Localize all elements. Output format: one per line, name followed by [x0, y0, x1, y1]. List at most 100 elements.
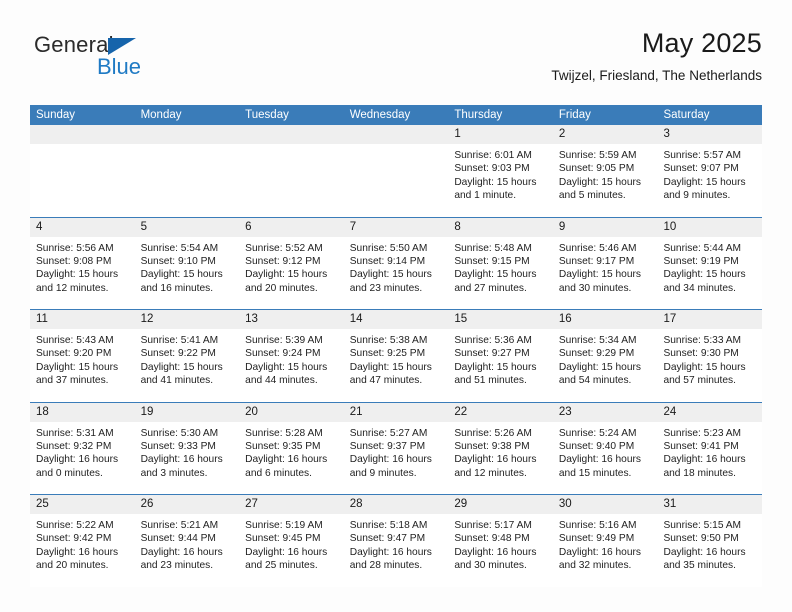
- calendar-day-cell[interactable]: 30 Sunrise: 5:16 AM Sunset: 9:49 PM Dayligh…: [552, 495, 658, 587]
- daylight-text-line1: Daylight: 15 hours: [36, 269, 119, 281]
- calendar-day-cell[interactable]: 22 Sunrise: 5:26 AM Sunset: 9:38 PM Dayligh…: [448, 402, 553, 494]
- sunrise-text: Sunrise: 5:56 AM: [36, 242, 114, 254]
- calendar-day-cell[interactable]: 3 Sunrise: 5:57 AM Sunset: 9:07 PM Daylight…: [657, 125, 763, 217]
- sunset-text: Sunset: 9:49 PM: [558, 533, 635, 545]
- daylight-text-line1: Daylight: 15 hours: [558, 176, 642, 188]
- calendar-day-cell[interactable]: 7 Sunrise: 5:50 AM Sunset: 9:14 PM Daylight…: [343, 217, 449, 309]
- calendar-day-cell[interactable]: 21 Sunrise: 5:27 AM Sunset: 9:37 PM Dayligh…: [343, 402, 449, 494]
- day-number: [239, 125, 344, 144]
- calendar-day-cell[interactable]: 23 Sunrise: 5:24 AM Sunset: 9:40 PM Dayligh…: [552, 402, 658, 494]
- sunset-text: Sunset: 9:45 PM: [245, 533, 321, 545]
- sunrise-text: Sunrise: 5:36 AM: [454, 335, 532, 346]
- sunset-text: Sunset: 9:22 PM: [140, 348, 216, 360]
- sunrise-text: Sunrise: 5:50 AM: [349, 242, 428, 254]
- sunrise-text: Sunrise: 5:19 AM: [245, 520, 323, 531]
- daylight-text-line1: Daylight: 16 hours: [454, 546, 537, 558]
- daylight-text-line1: Daylight: 15 hours: [140, 269, 223, 281]
- calendar-day-cell[interactable]: 25 Sunrise: 5:22 AM Sunset: 9:42 PM Dayligh…: [30, 495, 135, 587]
- daylight-text-line2: and 51 minutes.: [454, 375, 527, 387]
- day-details: Sunrise: 5:59 AM Sunset: 9:05 PM Daylight:…: [553, 144, 658, 203]
- day-details: Sunrise: 5:26 AM Sunset: 9:38 PM Daylight:…: [448, 422, 553, 481]
- daylight-text-line2: and 20 minutes.: [245, 282, 318, 294]
- calendar-day-cell[interactable]: 27 Sunrise: 5:19 AM Sunset: 9:45 PM Dayligh…: [239, 495, 344, 587]
- daylight-text-line1: Daylight: 16 hours: [36, 454, 119, 466]
- calendar-day-cell[interactable]: 31 Sunrise: 5:15 AM Sunset: 9:50 PM Dayligh…: [657, 495, 763, 587]
- calendar-day-cell[interactable]: 11 Sunrise: 5:43 AM Sunset: 9:20 PM Dayligh…: [30, 310, 135, 402]
- sunset-text: Sunset: 9:27 PM: [454, 348, 530, 360]
- calendar-day-cell[interactable]: 18 Sunrise: 5:31 AM Sunset: 9:32 PM Dayligh…: [30, 402, 135, 494]
- sunset-text: Sunset: 9:29 PM: [558, 348, 635, 360]
- sunset-text: Sunset: 9:07 PM: [663, 163, 739, 175]
- sunrise-text: Sunrise: 5:27 AM: [349, 427, 428, 439]
- calendar-day-cell[interactable]: 9 Sunrise: 5:46 AM Sunset: 9:17 PM Daylight…: [552, 217, 658, 309]
- sunset-text: Sunset: 9:20 PM: [36, 348, 112, 360]
- calendar-day-cell[interactable]: 29 Sunrise: 5:17 AM Sunset: 9:48 PM Dayligh…: [448, 495, 553, 587]
- day-number: 12: [134, 310, 240, 329]
- calendar-day-cell[interactable]: 8 Sunrise: 5:48 AM Sunset: 9:15 PM Daylight…: [448, 217, 553, 309]
- daylight-text-line1: Daylight: 15 hours: [454, 176, 537, 188]
- day-number: 21: [343, 402, 449, 422]
- day-details: Sunrise: 5:30 AM Sunset: 9:33 PM Daylight:…: [135, 422, 240, 481]
- calendar-day-cell[interactable]: 13 Sunrise: 5:39 AM Sunset: 9:24 PM Dayligh…: [239, 310, 344, 402]
- brand-logo[interactable]: General Blue: [34, 34, 214, 90]
- daylight-text-line1: Daylight: 16 hours: [349, 546, 432, 558]
- calendar-day-cell[interactable]: 12 Sunrise: 5:41 AM Sunset: 9:22 PM Dayligh…: [134, 310, 240, 402]
- day-details: Sunrise: 5:56 AM Sunset: 9:08 PM Daylight:…: [30, 237, 135, 296]
- calendar-day-cell[interactable]: 20 Sunrise: 5:28 AM Sunset: 9:35 PM Dayligh…: [239, 402, 344, 494]
- day-number: 16: [552, 310, 658, 329]
- calendar-day-cell[interactable]: 24 Sunrise: 5:23 AM Sunset: 9:41 PM Dayligh…: [657, 402, 763, 494]
- day-number: 9: [552, 217, 658, 237]
- weekday-header-sunday: Sunday: [36, 109, 76, 121]
- calendar-day-cell[interactable]: 4 Sunrise: 5:56 AM Sunset: 9:08 PM Daylight…: [30, 217, 135, 309]
- calendar-day-cell[interactable]: 16 Sunrise: 5:34 AM Sunset: 9:29 PM Dayligh…: [552, 310, 658, 402]
- day-details: Sunrise: 5:24 AM Sunset: 9:40 PM Daylight:…: [553, 422, 658, 481]
- day-number: 25: [30, 495, 135, 514]
- sunset-text: Sunset: 9:42 PM: [36, 533, 112, 545]
- sunrise-text: Sunrise: 5:16 AM: [558, 520, 637, 531]
- calendar-day-cell[interactable]: 19 Sunrise: 5:30 AM Sunset: 9:33 PM Dayligh…: [134, 402, 240, 494]
- calendar-day-cell[interactable]: 1 Sunrise: 6:01 AM Sunset: 9:03 PM Daylight…: [448, 125, 553, 217]
- weekday-header-tuesday: Tuesday: [245, 109, 289, 121]
- sunrise-text: Sunrise: 5:23 AM: [663, 427, 742, 439]
- day-details: Sunrise: 5:44 AM Sunset: 9:19 PM Daylight:…: [657, 237, 762, 296]
- day-number: [30, 125, 135, 144]
- calendar-day-cell[interactable]: 10 Sunrise: 5:44 AM Sunset: 9:19 PM Dayligh…: [657, 217, 763, 309]
- day-details: Sunrise: 5:46 AM Sunset: 9:17 PM Daylight:…: [553, 237, 658, 296]
- daylight-text-line1: Daylight: 16 hours: [663, 454, 746, 466]
- daylight-text-line2: and 32 minutes.: [558, 560, 632, 572]
- calendar-day-cell[interactable]: 26 Sunrise: 5:21 AM Sunset: 9:44 PM Dayligh…: [134, 495, 240, 587]
- daylight-text-line2: and 47 minutes.: [349, 375, 423, 387]
- day-number: 3: [657, 125, 763, 144]
- day-number: 30: [552, 495, 658, 514]
- sunrise-text: Sunrise: 5:57 AM: [663, 150, 742, 161]
- day-details: Sunrise: 5:27 AM Sunset: 9:37 PM Daylight:…: [344, 422, 449, 481]
- calendar-week-row: 4 Sunrise: 5:56 AM Sunset: 9:08 PM Daylight…: [30, 216, 763, 309]
- sunrise-text: Sunrise: 5:59 AM: [558, 150, 637, 161]
- calendar-day-cell[interactable]: 15 Sunrise: 5:36 AM Sunset: 9:27 PM Dayligh…: [448, 310, 553, 402]
- daylight-text-line1: Daylight: 15 hours: [245, 269, 328, 281]
- daylight-text-line2: and 27 minutes.: [454, 282, 527, 294]
- daylight-text-line1: Daylight: 16 hours: [245, 546, 328, 558]
- daylight-text-line2: and 9 minutes.: [663, 190, 731, 202]
- day-details: Sunrise: 5:48 AM Sunset: 9:15 PM Daylight:…: [448, 237, 553, 296]
- day-details: Sunrise: 5:34 AM Sunset: 9:29 PM Daylight:…: [553, 329, 658, 388]
- calendar-day-cell[interactable]: 17 Sunrise: 5:33 AM Sunset: 9:30 PM Dayligh…: [657, 310, 763, 402]
- calendar-day-cell[interactable]: 2 Sunrise: 5:59 AM Sunset: 9:05 PM Daylight…: [552, 125, 658, 217]
- calendar-day-cell[interactable]: 6 Sunrise: 5:52 AM Sunset: 9:12 PM Daylight…: [239, 217, 344, 309]
- weekday-header-saturday: Saturday: [663, 109, 710, 121]
- day-details: Sunrise: 5:43 AM Sunset: 9:20 PM Daylight:…: [30, 329, 135, 388]
- daylight-text-line2: and 28 minutes.: [349, 560, 423, 572]
- sunset-text: Sunset: 9:37 PM: [349, 440, 426, 452]
- day-details: Sunrise: 5:21 AM Sunset: 9:44 PM Daylight:…: [135, 514, 240, 573]
- daylight-text-line2: and 5 minutes.: [558, 190, 626, 202]
- daylight-text-line2: and 23 minutes.: [140, 560, 214, 572]
- day-number: 6: [239, 217, 344, 237]
- daylight-text-line2: and 23 minutes.: [349, 282, 423, 294]
- calendar-day-cell-empty: [239, 125, 344, 217]
- sunrise-text: Sunrise: 5:22 AM: [36, 520, 114, 531]
- calendar-day-cell[interactable]: 28 Sunrise: 5:18 AM Sunset: 9:47 PM Dayligh…: [343, 495, 449, 587]
- calendar-day-cell[interactable]: 5 Sunrise: 5:54 AM Sunset: 9:10 PM Daylight…: [134, 217, 240, 309]
- page-title: May 2025: [641, 28, 762, 58]
- title-block: May 2025 Twijzel, Friesland, The Netherl…: [551, 28, 762, 84]
- calendar-day-cell[interactable]: 14 Sunrise: 5:38 AM Sunset: 9:25 PM Dayligh…: [343, 310, 449, 402]
